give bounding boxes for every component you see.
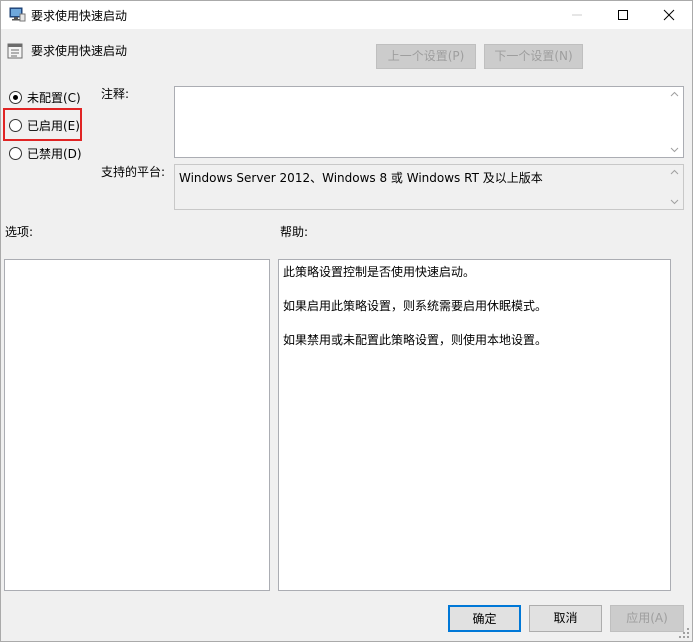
close-button[interactable] xyxy=(646,1,692,29)
radio-dot-selected[interactable] xyxy=(9,90,22,104)
help-label: 帮助: xyxy=(280,225,309,239)
platform-field: Windows Server 2012、Windows 8 或 Windows … xyxy=(174,164,684,210)
help-text-line: 如果禁用或未配置此策略设置，则使用本地设置。 xyxy=(283,333,548,347)
scroll-up-icon[interactable] xyxy=(670,91,679,97)
radio-label-disabled: 已禁用(D) xyxy=(27,146,82,161)
radio-not-configured[interactable]: 未配置(C) xyxy=(9,88,81,106)
radio-dot[interactable] xyxy=(9,146,22,160)
title-bar[interactable]: 要求使用快速启动 xyxy=(1,1,692,29)
close-icon xyxy=(663,9,675,21)
cancel-button[interactable]: 取消 xyxy=(529,605,602,632)
options-label: 选项: xyxy=(5,225,34,239)
radio-label-not-configured: 未配置(C) xyxy=(27,90,81,105)
apply-button[interactable]: 应用(A) xyxy=(610,605,684,632)
ok-button[interactable]: 确定 xyxy=(448,605,521,632)
comment-label: 注释: xyxy=(101,87,130,101)
help-text-line: 如果启用此策略设置，则系统需要启用休眠模式。 xyxy=(283,299,548,313)
previous-setting-button[interactable]: 上一个设置(P) xyxy=(376,44,476,69)
window-title: 要求使用快速启动 xyxy=(31,9,128,23)
scroll-thumb[interactable] xyxy=(675,276,686,574)
policy-name: 要求使用快速启动 xyxy=(31,44,128,58)
help-text-line: 此策略设置控制是否使用快速启动。 xyxy=(283,265,476,279)
radio-disabled[interactable]: 已禁用(D) xyxy=(9,144,82,162)
scroll-down-icon[interactable] xyxy=(670,199,679,205)
help-pane: 此策略设置控制是否使用快速启动。 如果启用此策略设置，则系统需要启用休眠模式。 … xyxy=(278,259,671,591)
policy-dialog: 要求使用快速启动 要求使用快速启动 上一个设置(P) 下一个设置(N) 未配置(… xyxy=(0,0,693,642)
policy-editor-icon xyxy=(9,7,26,22)
minimize-button[interactable] xyxy=(554,1,600,29)
minimize-icon xyxy=(572,14,582,16)
scroll-down-icon[interactable] xyxy=(670,147,679,153)
policy-setting-icon xyxy=(7,43,23,59)
comment-scrollbar[interactable] xyxy=(666,87,683,157)
platform-label: 支持的平台: xyxy=(101,165,166,179)
comment-textarea[interactable] xyxy=(174,86,684,158)
resize-grip-icon[interactable] xyxy=(678,627,690,639)
options-pane xyxy=(4,259,270,591)
platform-text: Windows Server 2012、Windows 8 或 Windows … xyxy=(179,171,543,185)
next-setting-button[interactable]: 下一个设置(N) xyxy=(484,44,583,69)
help-scrollbar[interactable] xyxy=(672,259,689,591)
platform-scrollbar[interactable] xyxy=(666,165,683,209)
scroll-up-icon[interactable] xyxy=(670,169,679,175)
highlight-annotation xyxy=(3,108,82,141)
maximize-button[interactable] xyxy=(600,1,646,29)
maximize-icon xyxy=(618,10,628,20)
